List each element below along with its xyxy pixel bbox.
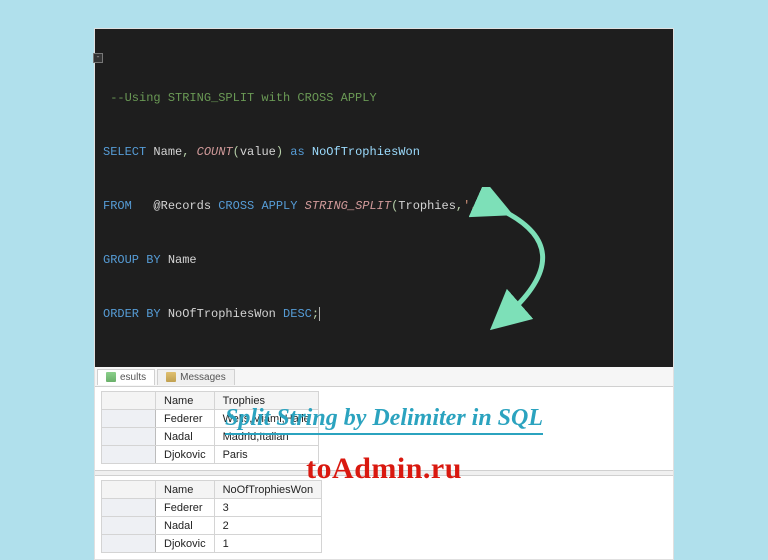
results-tabstrip: esults Messages (95, 367, 673, 387)
tab-label: esults (120, 372, 146, 383)
results-grid-2: Name NoOfTrophiesWon Federer3 Nadal2 Djo… (95, 476, 673, 559)
tab-messages[interactable]: Messages (157, 369, 235, 385)
tab-label: Messages (180, 372, 226, 383)
table-row[interactable]: Nadal2 (102, 517, 322, 535)
grid-icon (106, 372, 116, 382)
collapse-icon[interactable]: - (93, 53, 103, 63)
title-text: Split String by Delimiter in SQL (225, 405, 543, 435)
table-row[interactable]: Federer3 (102, 499, 322, 517)
tab-results[interactable]: esults (97, 369, 155, 385)
article-title-link[interactable]: Split String by Delimiter in SQL (0, 405, 768, 432)
text-cursor (319, 307, 320, 321)
messages-icon (166, 372, 176, 382)
watermark-text: toAdmin.ru (0, 452, 768, 486)
code-comment: --Using STRING_SPLIT with CROSS APPLY (110, 91, 376, 105)
sql-code-editor[interactable]: - --Using STRING_SPLIT with CROSS APPLY … (95, 29, 673, 367)
table-row[interactable]: Djokovic1 (102, 535, 322, 553)
table[interactable]: Name NoOfTrophiesWon Federer3 Nadal2 Djo… (101, 480, 322, 553)
